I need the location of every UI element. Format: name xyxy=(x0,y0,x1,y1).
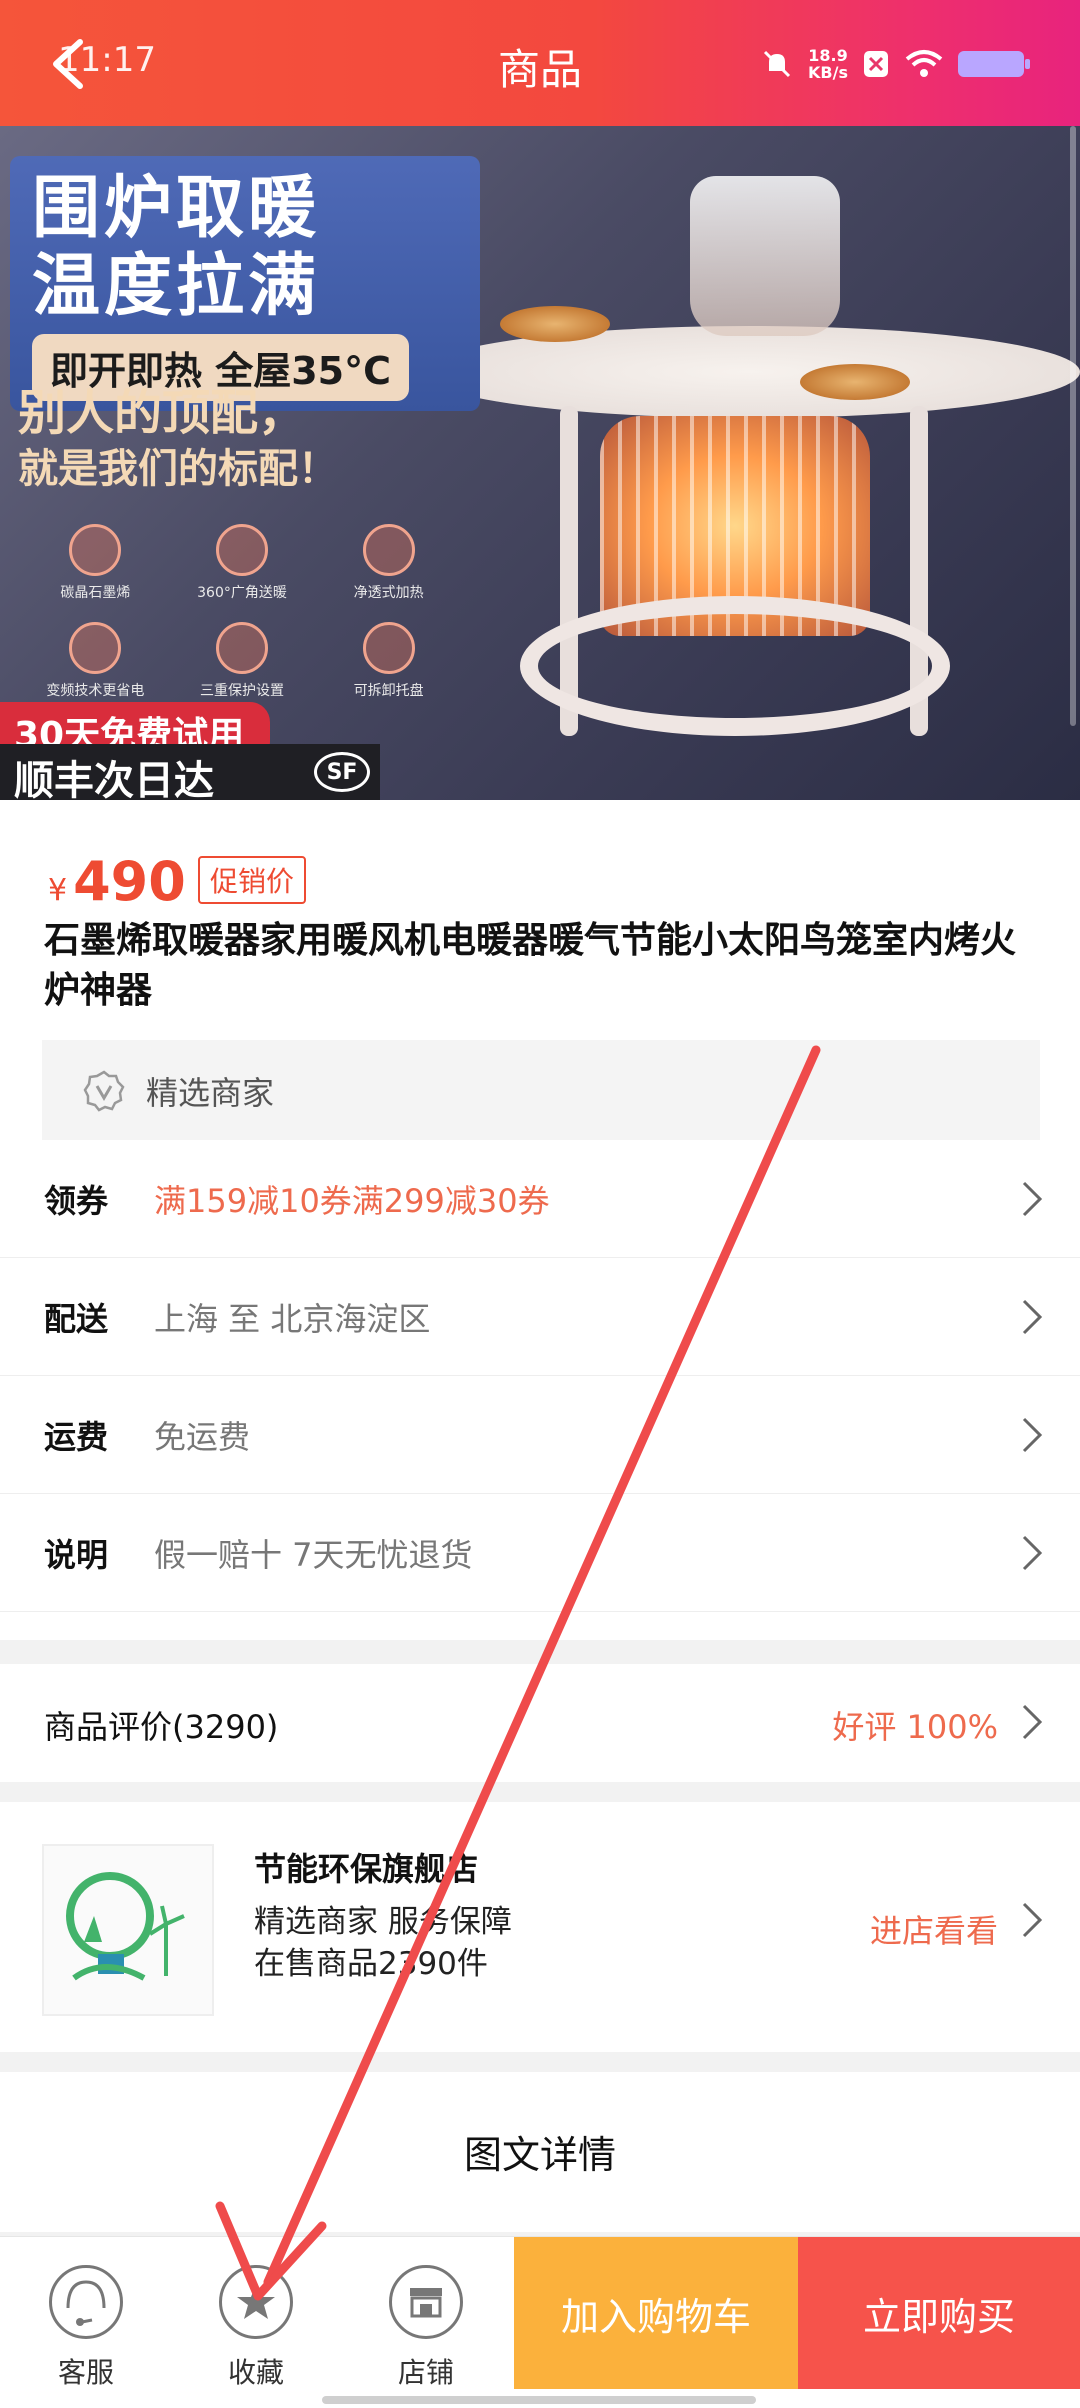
express-badge: 顺丰次日达 SF xyxy=(0,744,380,800)
shop-product-count: 在售商品2390件 xyxy=(254,1946,488,1982)
graphene-icon xyxy=(69,524,122,576)
reviews-label: 商品评价(3290) xyxy=(44,1708,279,1746)
pastry-illustration xyxy=(500,306,610,342)
enter-shop-link[interactable]: 进店看看 xyxy=(870,1906,998,1952)
shop-logo xyxy=(42,1844,214,2016)
chevron-right-icon xyxy=(1022,1902,1043,1938)
feature-grid: 碳晶石墨烯 360°广角送暖 净透式加热 变频技术更省电 三重保护设置 可拆卸托… xyxy=(22,524,462,700)
chip-icon xyxy=(69,622,122,674)
eco-bulb-icon xyxy=(66,1872,185,1981)
shipping-fee-row[interactable]: 运费 免运费 xyxy=(0,1376,1080,1494)
mute-icon xyxy=(763,50,791,78)
scrollbar[interactable] xyxy=(1070,126,1076,726)
chevron-right-icon xyxy=(1022,1535,1043,1570)
add-to-cart-button[interactable]: 加入购物车 xyxy=(514,2237,798,2389)
shield-icon xyxy=(215,622,268,674)
headset-icon xyxy=(49,2265,123,2339)
verified-icon xyxy=(83,1070,125,1112)
customer-service-tab[interactable]: 客服 xyxy=(26,2265,146,2391)
top-header: 11:17 商品 18.9 KB/s xyxy=(0,0,1080,126)
price: ¥ 490 xyxy=(48,850,186,913)
hero-headline: 围炉取暖 温度拉满 即开即热 全屋35°C xyxy=(10,156,480,411)
feature-item: 变频技术更省电 xyxy=(22,622,169,700)
sf-logo-icon: SF xyxy=(314,752,370,792)
home-indicator[interactable] xyxy=(322,2396,756,2404)
delivery-row[interactable]: 配送 上海 至 北京海淀区 xyxy=(0,1258,1080,1376)
feature-item: 可拆卸托盘 xyxy=(315,622,462,700)
shop-name: 节能环保旗舰店 xyxy=(254,1850,479,1888)
bottom-action-bar: 客服 收藏 店铺 加入购物车 立即购买 xyxy=(0,2236,1080,2408)
pastry-illustration xyxy=(800,364,910,400)
detail-section-header: 图文详情 xyxy=(0,2072,1080,2232)
feature-item: 碳晶石墨烯 xyxy=(22,524,169,602)
coupon-row[interactable]: 领券 满159减10券满299减30券 xyxy=(0,1140,1080,1258)
star-icon xyxy=(219,2265,293,2339)
notification-icon xyxy=(864,51,888,77)
product-image-banner[interactable]: 围炉取暖 温度拉满 即开即热 全屋35°C 别人的顶配， 就是我们的标配！ 碳晶… xyxy=(0,126,1080,800)
merchant-badge-bar: 精选商家 xyxy=(42,1040,1040,1142)
heating-icon xyxy=(362,524,415,576)
buy-now-button[interactable]: 立即购买 xyxy=(798,2237,1080,2389)
product-summary: ¥ 490 促销价 石墨烯取暖器家用暖风机电暖器暖气节能小太阳鸟笼室内烤火炉神器… xyxy=(0,800,1080,1185)
reviews-row[interactable]: 商品评价(3290) 好评 100% xyxy=(0,1664,1080,1782)
feature-item: 三重保护设置 xyxy=(169,622,316,700)
chevron-right-icon xyxy=(1022,1181,1043,1216)
chevron-right-icon xyxy=(1022,1704,1043,1740)
promo-tag: 促销价 xyxy=(198,856,307,904)
hero-tagline: 别人的顶配， 就是我们的标配！ xyxy=(18,385,338,492)
battery-icon xyxy=(958,51,1030,77)
info-list: 领券 满159减10券满299减30券 配送 上海 至 北京海淀区 运费 免运费… xyxy=(0,1140,1080,1640)
store-tab[interactable]: 店铺 xyxy=(366,2265,486,2391)
table-top-illustration xyxy=(420,326,1080,418)
feature-item: 净透式加热 xyxy=(315,524,462,602)
status-bar-icons: 18.9 KB/s xyxy=(760,42,1030,86)
wide-angle-icon xyxy=(215,524,268,576)
guarantee-row[interactable]: 说明 假一赔十 7天无忧退货 xyxy=(0,1494,1080,1612)
shop-badges: 精选商家 服务保障 xyxy=(254,1904,512,1940)
network-speed: 18.9 KB/s xyxy=(808,46,848,82)
chevron-right-icon xyxy=(1022,1299,1043,1334)
favorite-tab[interactable]: 收藏 xyxy=(196,2265,316,2391)
product-title: 石墨烯取暖器家用暖风机电暖器暖气节能小太阳鸟笼室内烤火炉神器 xyxy=(44,920,1017,1011)
feature-item: 360°广角送暖 xyxy=(169,524,316,602)
kettle-illustration xyxy=(690,176,840,336)
store-icon xyxy=(389,2265,463,2339)
chevron-right-icon xyxy=(1022,1417,1043,1452)
detail-title: 图文详情 xyxy=(463,2133,616,2177)
base-ring-illustration xyxy=(520,596,950,736)
wifi-icon xyxy=(905,50,943,77)
reviews-rating: 好评 100% xyxy=(832,1708,998,1746)
tray-icon xyxy=(362,622,415,674)
shop-card[interactable]: 节能环保旗舰店 精选商家 服务保障 在售商品2390件 进店看看 xyxy=(0,1802,1080,2052)
